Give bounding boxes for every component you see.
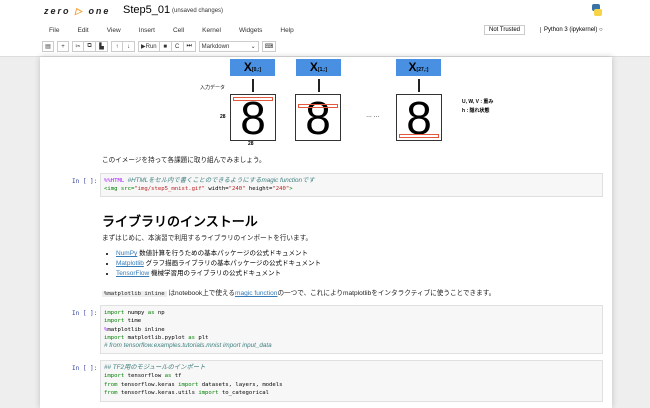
trusted-button[interactable]: Not Trusted — [484, 25, 525, 35]
list-item: TensorFlow 機械学習用のライブラリの公式ドキュメント — [116, 269, 321, 279]
dim-left-label: 28 — [220, 114, 226, 120]
magic-function-link[interactable]: magic function — [235, 290, 278, 297]
header: zero ▷ one Step5_01 (unsaved changes) — [0, 0, 650, 22]
logo[interactable]: zero ▷ one — [44, 6, 110, 17]
menubar: File Edit View Insert Cell Kernel Widget… — [0, 22, 650, 57]
x-box: X[1,:] — [296, 59, 341, 76]
arrow-icon — [418, 79, 420, 92]
code-cell[interactable]: %%HTML #HTMLをセル内で書くことのできるようにするmagic func… — [100, 173, 603, 197]
run-button[interactable]: ▶ Run — [138, 41, 160, 52]
restart-button[interactable]: C — [172, 41, 184, 52]
digit-image: 8 — [396, 94, 442, 141]
copy-button[interactable]: ⧉ — [84, 41, 96, 52]
cell-type-select[interactable]: Markdown ⌄ — [199, 41, 259, 52]
section-heading: ライブラリのインストール — [102, 211, 258, 230]
python-logo-icon — [590, 3, 604, 17]
run-label: Run — [146, 44, 157, 50]
cell-prompt: In [ ]: — [72, 178, 97, 185]
notebook-title[interactable]: Step5_01 — [123, 4, 170, 16]
kernel-status-icon: ○ — [599, 27, 603, 33]
cell-prompt: In [ ]: — [72, 365, 97, 372]
menu-insert[interactable]: Insert — [130, 26, 164, 36]
cell-prompt: In [ ]: — [72, 310, 97, 317]
chevron-down-icon: ⌄ — [251, 43, 256, 50]
x-box: X[0,:] — [230, 59, 275, 76]
menu-cell[interactable]: Cell — [164, 26, 193, 36]
menu-file[interactable]: File — [40, 26, 68, 36]
run-all-button[interactable]: ⏭ — [184, 41, 196, 52]
legend-hidden: h : 隠れ状態 — [462, 107, 490, 114]
input-data-label: 入力データ — [200, 84, 225, 91]
save-status: (unsaved changes) — [172, 8, 223, 14]
list-item: Matplotlib グラフ描画ライブラリの基本パッケージの公式ドキュメント — [116, 259, 321, 269]
kernel-name: Python 3 (ipykernel) — [544, 27, 597, 33]
intro-text: まずはじめに、本演習で利用するライブラリのインポートを行います。 — [102, 232, 312, 242]
arrow-icon — [252, 79, 254, 92]
markdown-text: このイメージを持って各課題に取り組んでみましょう。 — [102, 154, 266, 164]
code-cell[interactable]: import numpy as np import time %matplotl… — [100, 305, 603, 354]
kernel-indicator[interactable]: Python 3 (ipykernel) ○ — [540, 27, 603, 33]
ellipsis: … … — [366, 113, 380, 119]
cut-button[interactable]: ✂ — [72, 41, 84, 52]
menu-edit[interactable]: Edit — [68, 26, 97, 36]
numpy-link[interactable]: NumPy — [116, 250, 137, 257]
dim-bottom-label: 28 — [248, 141, 254, 147]
menu-kernel[interactable]: Kernel — [193, 26, 230, 36]
save-button[interactable]: ▤ — [42, 41, 54, 52]
move-down-button[interactable]: ↓ — [123, 41, 135, 52]
x-box: X[27,:] — [396, 59, 441, 76]
cell-type-value: Markdown — [202, 44, 230, 50]
digit-image: 8 — [230, 94, 276, 141]
matplotlib-link[interactable]: Matplotlib — [116, 260, 144, 267]
legend-weights: U, W, V : 重み — [462, 98, 493, 105]
notebook-page: X[0,:] X[1,:] X[27,:] 入力データ 8 8 8 28 28 … — [40, 57, 612, 408]
stop-button[interactable]: ■ — [160, 41, 172, 52]
keyboard-shortcuts-button[interactable]: ⌨ — [262, 41, 277, 52]
list-item: NumPy 数値計算を行うための基本パッケージの公式ドキュメント — [116, 249, 321, 259]
add-cell-button[interactable]: + — [57, 41, 69, 52]
magic-note: %matplotlib inline はnotebook上で使えるmagic f… — [102, 287, 495, 297]
tensorflow-link[interactable]: TensorFlow — [116, 270, 149, 277]
arrow-icon — [318, 79, 320, 92]
menu-view[interactable]: View — [98, 26, 130, 36]
digit-image: 8 — [295, 94, 341, 141]
menu-help[interactable]: Help — [271, 26, 302, 36]
paste-button[interactable]: ▙ — [96, 41, 108, 52]
move-up-button[interactable]: ↑ — [111, 41, 123, 52]
library-list: NumPy 数値計算を行うための基本パッケージの公式ドキュメント Matplot… — [116, 249, 321, 279]
code-cell[interactable]: ## TF2用のモジュールのインポート import tensorflow as… — [100, 360, 603, 402]
menu-widgets[interactable]: Widgets — [230, 26, 271, 36]
